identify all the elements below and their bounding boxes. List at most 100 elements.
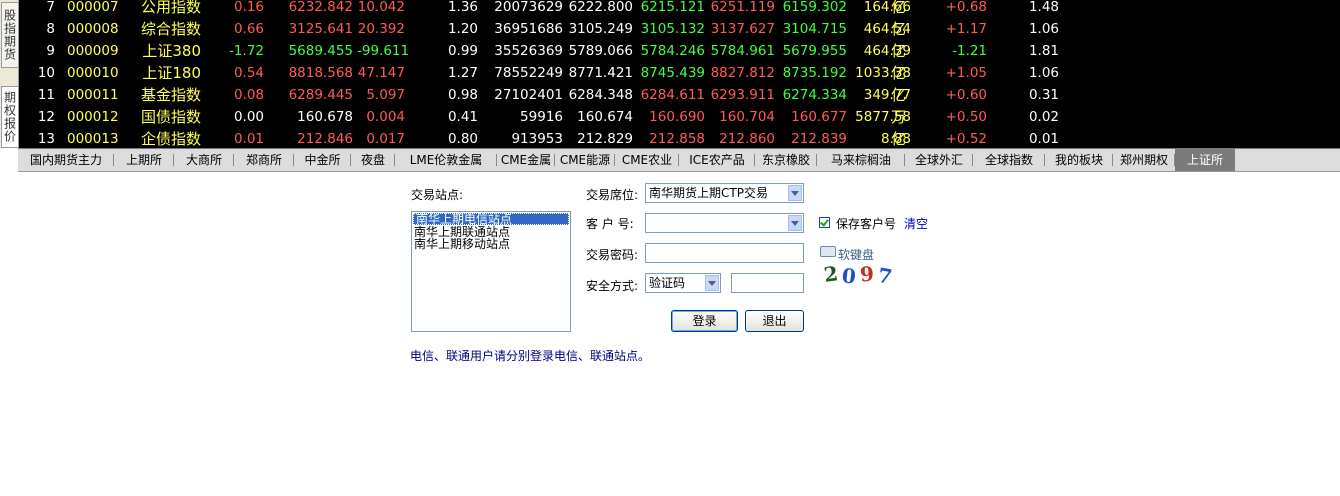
security-select-value: 验证码 — [649, 276, 686, 290]
market-tab[interactable]: ICE农产品 — [679, 149, 755, 171]
market-tab[interactable]: 全球外汇 — [905, 149, 973, 171]
cell-open: 6215.121 — [640, 0, 705, 15]
market-tab[interactable]: 郑州期权 — [1113, 149, 1175, 171]
cell-unit: 亿 — [891, 20, 907, 38]
login-button[interactable]: 登录 — [671, 310, 738, 332]
cell-name: 国债指数 — [140, 108, 201, 126]
cell-name: 上证380 — [142, 42, 201, 60]
password-input[interactable] — [645, 243, 804, 263]
market-tab[interactable]: 东京橡胶 — [755, 149, 817, 171]
cell-open: 8745.439 — [640, 65, 705, 81]
quote-row[interactable]: 12 000012 国债指数 0.00 160.678 0.004 0.41 59916 160… — [19, 109, 1340, 131]
cell-change: 0.004 — [366, 109, 405, 125]
market-tab[interactable]: 我的板块 — [1045, 149, 1113, 171]
market-tab[interactable]: 夜盘 — [351, 149, 395, 171]
market-tab[interactable]: 中金所 — [294, 149, 351, 171]
clear-link[interactable]: 清空 — [904, 215, 928, 232]
exit-button[interactable]: 退出 — [745, 310, 804, 332]
chevron-down-icon[interactable] — [788, 185, 802, 201]
seat-label: 交易席位: — [586, 188, 639, 202]
side-tab-strip: 股指期货 期权报价 — [0, 0, 19, 148]
chevron-down-icon[interactable] — [788, 215, 802, 231]
market-tab[interactable]: CME金属 — [497, 149, 555, 171]
captcha-input[interactable] — [731, 273, 804, 293]
market-tab[interactable]: 全球指数 — [973, 149, 1045, 171]
cell-volume: 913953 — [511, 131, 563, 147]
market-tab[interactable]: 郑商所 — [234, 149, 294, 171]
cell-high: 6293.911 — [710, 87, 775, 103]
cell-price: 3125.641 — [288, 21, 353, 37]
cell-unit: 亿 — [891, 42, 907, 60]
market-tab[interactable]: 大商所 — [174, 149, 234, 171]
cell-unit: 亿 — [891, 0, 907, 16]
cell-high: 5784.961 — [710, 43, 775, 59]
quote-row[interactable]: 9 000009 上证380 -1.72 5689.455 -99.611 0.99 3552… — [19, 43, 1340, 65]
station-item[interactable]: 南华上期电信站点 — [413, 213, 569, 225]
cell-rank: 11 — [37, 87, 55, 103]
cell-unit: 万 — [891, 108, 907, 126]
soft-keyboard-button[interactable]: 软键盘 — [838, 246, 874, 263]
cell-high: 3137.627 — [710, 21, 775, 37]
cell-x1: +0.52 — [945, 131, 987, 147]
market-tab[interactable]: LME伦敦金属 — [395, 149, 497, 171]
cell-high: 160.704 — [719, 109, 775, 125]
side-tab-option-quotes[interactable]: 期权报价 — [1, 86, 19, 148]
cell-name: 综合指数 — [140, 20, 201, 38]
security-select[interactable]: 验证码 — [645, 273, 721, 293]
market-tab[interactable]: CME能源 — [555, 149, 615, 171]
quote-row[interactable]: 11 000011 基金指数 0.08 6289.445 5.097 0.98 2710240… — [19, 87, 1340, 109]
seat-select[interactable]: 南华期货上期CTP交易 — [645, 183, 804, 203]
cell-x2: 1.48 — [1028, 0, 1059, 15]
cell-change: 0.017 — [366, 131, 405, 147]
cell-ratio: 0.80 — [447, 131, 478, 147]
market-tab[interactable]: CME农业 — [615, 149, 679, 171]
seat-select-value: 南华期货上期CTP交易 — [649, 186, 768, 200]
cell-x2: 1.06 — [1028, 65, 1059, 81]
cell-price: 8818.568 — [288, 65, 353, 81]
save-account-checkbox[interactable] — [819, 217, 830, 228]
cell-x2: 0.01 — [1028, 131, 1059, 147]
cell-name: 上证180 — [142, 64, 201, 82]
cell-volume: 35526369 — [494, 43, 563, 59]
market-tab-bar: 国内期货主力 上期所 大商所 郑商所 中金所 夜盘 LME伦敦金属 CME金属 CME能源 CME… — [18, 148, 1340, 172]
keyboard-icon[interactable] — [820, 246, 836, 257]
market-tab[interactable]: 马来棕榈油 — [817, 149, 905, 171]
captcha-image[interactable]: 2097 — [822, 261, 900, 290]
market-tab[interactable]: 国内期货主力 — [18, 149, 114, 171]
quote-row[interactable]: 7 000007 公用指数 0.16 6232.842 10.042 1.36 2007362… — [19, 0, 1340, 21]
cell-low: 6159.302 — [782, 0, 847, 15]
side-tab-index-futures[interactable]: 股指期货 — [1, 2, 19, 68]
cell-open: 5784.246 — [640, 43, 705, 59]
cell-low: 212.839 — [791, 131, 847, 147]
quote-row[interactable]: 8 000008 综合指数 0.66 3125.641 20.392 1.20 3695168… — [19, 21, 1340, 43]
quote-row[interactable]: 13 000013 企债指数 0.01 212.846 0.017 0.80 913953 21… — [19, 131, 1340, 148]
captcha-digit: 2 — [822, 261, 840, 287]
password-label: 交易密码: — [586, 248, 639, 262]
captcha-digit: 0 — [840, 263, 858, 289]
cell-low: 6274.334 — [782, 87, 847, 103]
cell-prev-close: 3105.249 — [568, 21, 633, 37]
cell-change: -99.611 — [357, 43, 410, 59]
cell-name: 企债指数 — [140, 130, 201, 148]
captcha-digit: 7 — [876, 262, 894, 290]
cell-price: 5689.455 — [288, 43, 353, 59]
cell-low: 160.677 — [791, 109, 847, 125]
captcha-digit: 9 — [859, 261, 875, 287]
market-tab[interactable]: 上证所 — [1175, 149, 1235, 171]
quote-row[interactable]: 10 000010 上证180 0.54 8818.568 47.147 1.27 78552… — [19, 65, 1340, 87]
cell-open: 6284.611 — [640, 87, 705, 103]
station-list[interactable]: 南华上期电信站点 南华上期联通站点 南华上期移动站点 — [411, 211, 571, 332]
cell-x2: 0.31 — [1028, 87, 1059, 103]
cell-rank: 12 — [37, 109, 55, 125]
account-combo[interactable] — [645, 213, 804, 233]
station-item[interactable]: 南华上期移动站点 — [412, 238, 570, 250]
market-tab[interactable]: 上期所 — [114, 149, 174, 171]
cell-change-pct: 0.16 — [233, 0, 264, 15]
cell-prev-close: 160.674 — [577, 109, 633, 125]
cell-rank: 10 — [37, 65, 55, 81]
cell-change: 20.392 — [357, 21, 405, 37]
cell-rank: 9 — [46, 43, 55, 59]
security-label: 安全方式: — [586, 279, 639, 293]
chevron-down-icon[interactable] — [705, 275, 719, 291]
cell-low: 3104.715 — [782, 21, 847, 37]
